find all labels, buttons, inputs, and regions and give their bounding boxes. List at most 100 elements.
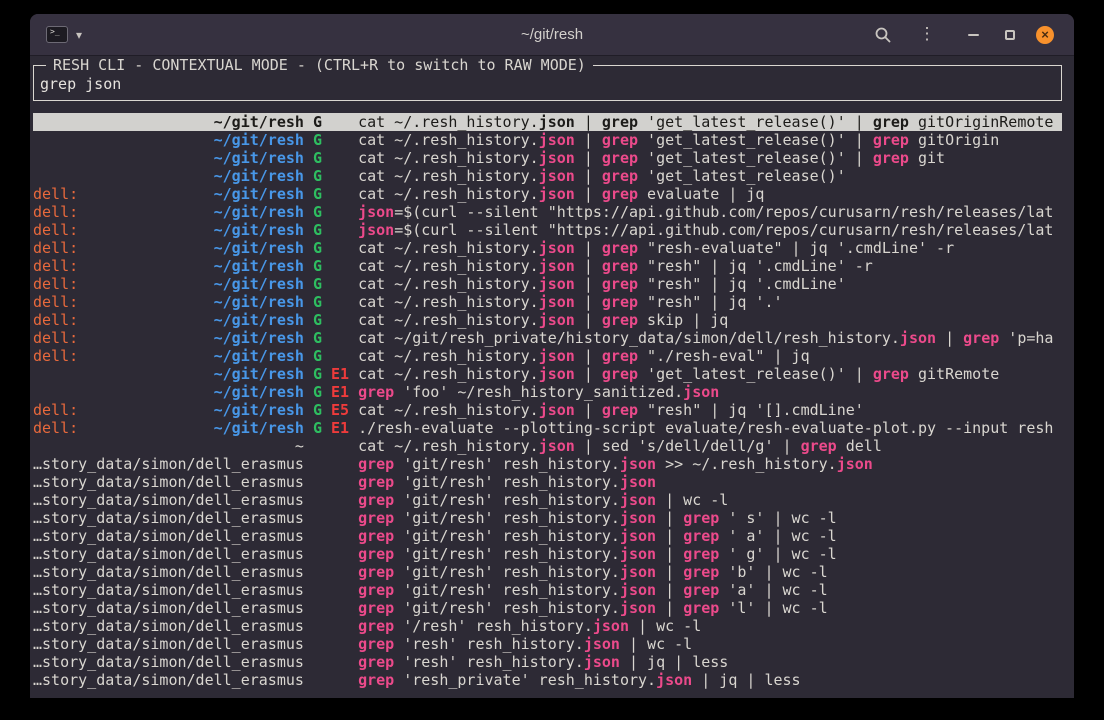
row-host: dell: <box>33 329 78 347</box>
history-row[interactable]: dell:~/git/resh G cat ~/.resh_history.js… <box>33 275 1062 293</box>
history-row[interactable]: dell:~/git/resh G cat ~/.resh_history.js… <box>33 311 1062 329</box>
history-row[interactable]: …story_data/simon/dell_erasmus grep 'git… <box>33 599 1062 617</box>
history-row[interactable]: …story_data/simon/dell_erasmus grep '/re… <box>33 617 1062 635</box>
query-match: json <box>539 239 575 257</box>
menu-button[interactable]: ⋮ <box>915 23 939 47</box>
history-row[interactable]: dell:~/git/resh G cat ~/.resh_history.js… <box>33 347 1062 365</box>
history-row[interactable]: …story_data/simon/dell_erasmus grep 'git… <box>33 545 1062 563</box>
history-row[interactable]: …story_data/simon/dell_erasmus grep 'git… <box>33 455 1062 473</box>
flag-git: G <box>313 275 322 293</box>
restore-button[interactable] <box>998 23 1022 47</box>
query-match: grep <box>963 329 999 347</box>
query-match: grep <box>358 455 394 473</box>
query-match: grep <box>358 635 394 653</box>
kebab-menu-icon: ⋮ <box>919 26 936 43</box>
history-row[interactable]: …story_data/simon/dell_erasmus grep 'git… <box>33 509 1062 527</box>
history-row[interactable]: …story_data/simon/dell_erasmus grep 'git… <box>33 563 1062 581</box>
row-location: ~/git/resh <box>33 149 304 167</box>
titlebar[interactable]: >_ ▾ ~/git/resh ⋮ × <box>30 14 1074 56</box>
flag-git: G <box>313 113 322 131</box>
history-row[interactable]: ~ cat ~/.resh_history.json | sed 's/dell… <box>33 437 1062 455</box>
query-match: json <box>837 455 873 473</box>
history-row[interactable]: ~/git/resh G E1 cat ~/.resh_history.json… <box>33 365 1062 383</box>
search-query-input[interactable]: grep json <box>40 75 1055 93</box>
minimize-button[interactable] <box>961 23 985 47</box>
row-flags: G <box>313 221 349 239</box>
query-match: grep <box>358 383 394 401</box>
query-match: grep <box>683 563 719 581</box>
history-row[interactable]: …story_data/simon/dell_erasmus grep 'res… <box>33 635 1062 653</box>
row-path: …story_data/simon/dell_erasmus <box>33 473 304 491</box>
resh-search-box[interactable]: RESH CLI - CONTEXTUAL MODE - (CTRL+R to … <box>33 65 1062 101</box>
row-command: cat ~/.resh_history.json | grep "./resh-… <box>358 347 810 365</box>
history-row[interactable]: dell:~/git/resh G cat ~/git/resh_private… <box>33 329 1062 347</box>
history-row[interactable]: dell:~/git/resh G cat ~/.resh_history.js… <box>33 293 1062 311</box>
row-flags <box>313 509 349 527</box>
query-match: grep <box>602 293 638 311</box>
query-match: json <box>539 311 575 329</box>
history-row[interactable]: dell:~/git/resh G cat ~/.resh_history.js… <box>33 257 1062 275</box>
query-match: json <box>620 599 656 617</box>
row-host: dell: <box>33 311 78 329</box>
close-button[interactable]: × <box>1033 23 1057 47</box>
query-match: grep <box>602 131 638 149</box>
history-row[interactable]: …story_data/simon/dell_erasmus grep 'res… <box>33 653 1062 671</box>
row-location: …story_data/simon/dell_erasmus <box>33 635 304 653</box>
query-match: grep <box>358 581 394 599</box>
query-match: json <box>683 383 719 401</box>
row-path: …story_data/simon/dell_erasmus <box>33 635 304 653</box>
query-match: json <box>593 617 629 635</box>
history-row[interactable]: …story_data/simon/dell_erasmus grep 'git… <box>33 491 1062 509</box>
query-match: grep <box>873 365 909 383</box>
query-match: grep <box>801 437 837 455</box>
row-path: ~/git/resh <box>214 185 304 203</box>
row-command: cat ~/.resh_history.json | grep 'get_lat… <box>358 167 846 185</box>
history-row[interactable]: ~/git/resh G cat ~/.resh_history.json | … <box>33 167 1062 185</box>
query-match: json <box>539 437 575 455</box>
history-row[interactable]: ~/git/resh G cat ~/.resh_history.json | … <box>33 131 1062 149</box>
history-row[interactable]: …story_data/simon/dell_erasmus grep 'git… <box>33 581 1062 599</box>
query-match: grep <box>602 257 638 275</box>
search-button[interactable] <box>871 23 895 47</box>
row-command: cat ~/.resh_history.json | grep "resh" |… <box>358 293 782 311</box>
flag-error: E5 <box>331 401 349 419</box>
history-row[interactable]: dell:~/git/resh G json=$(curl --silent "… <box>33 203 1062 221</box>
history-row[interactable]: dell:~/git/resh G cat ~/.resh_history.js… <box>33 185 1062 203</box>
history-row[interactable]: ~/git/resh G cat ~/.resh_history.json | … <box>33 149 1062 167</box>
history-row[interactable]: dell:~/git/resh G E5 cat ~/.resh_history… <box>33 401 1062 419</box>
row-host: dell: <box>33 293 78 311</box>
history-row[interactable]: dell:~/git/resh G json=$(curl --silent "… <box>33 221 1062 239</box>
row-path: ~/git/resh <box>214 149 304 167</box>
history-row[interactable]: …story_data/simon/dell_erasmus grep 'git… <box>33 473 1062 491</box>
row-flags: G E1 <box>313 419 349 437</box>
query-match: json <box>358 221 394 239</box>
row-flags: G <box>313 113 349 131</box>
query-match: grep <box>683 545 719 563</box>
history-row[interactable]: …story_data/simon/dell_erasmus grep 'res… <box>33 671 1062 689</box>
flag-git: G <box>313 131 322 149</box>
row-command: grep 'foo' ~/resh_history_sanitized.json <box>358 383 719 401</box>
row-command: grep 'resh' resh_history.json | jq | les… <box>358 653 728 671</box>
flag-git: G <box>313 203 322 221</box>
query-match: grep <box>602 167 638 185</box>
terminal-app-icon[interactable]: >_ <box>46 26 68 43</box>
flag-git: G <box>313 257 322 275</box>
chevron-down-icon[interactable]: ▾ <box>76 28 82 42</box>
row-command: grep 'resh_private' resh_history.json | … <box>358 671 801 689</box>
history-row[interactable]: ~/git/resh G E1 grep 'foo' ~/resh_histor… <box>33 383 1062 401</box>
query-match: json <box>620 455 656 473</box>
row-location: dell:~/git/resh <box>33 275 304 293</box>
row-command: grep 'git/resh' resh_history.json | grep… <box>358 509 837 527</box>
flag-git: G <box>313 419 322 437</box>
history-row[interactable]: ~/git/resh G cat ~/.resh_history.json | … <box>33 113 1062 131</box>
row-command: cat ~/.resh_history.json | grep "resh-ev… <box>358 239 954 257</box>
row-location: …story_data/simon/dell_erasmus <box>33 653 304 671</box>
flag-git: G <box>313 293 322 311</box>
history-row[interactable]: dell:~/git/resh G cat ~/.resh_history.js… <box>33 239 1062 257</box>
history-row[interactable]: …story_data/simon/dell_erasmus grep 'git… <box>33 527 1062 545</box>
row-flags: G <box>313 131 349 149</box>
row-flags: G <box>313 185 349 203</box>
row-location: dell:~/git/resh <box>33 347 304 365</box>
history-row[interactable]: dell:~/git/resh G E1 ./resh-evaluate --p… <box>33 419 1062 437</box>
flag-error: E1 <box>331 365 349 383</box>
